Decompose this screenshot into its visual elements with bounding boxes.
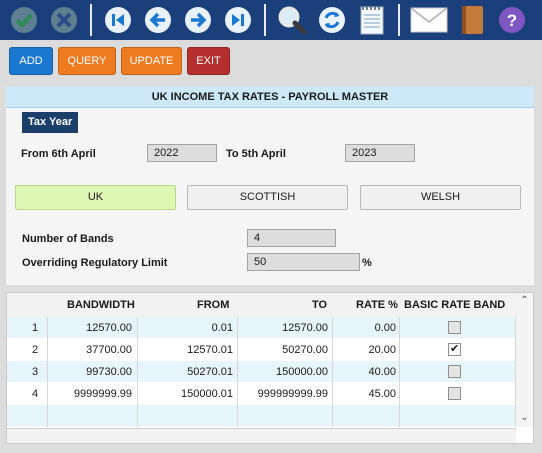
bandwidth-cell[interactable]: 9999999.99 — [57, 383, 132, 405]
from-cell[interactable]: 50270.01 — [137, 361, 233, 383]
col-bandwidth[interactable]: BANDWIDTH — [67, 293, 135, 317]
help-icon[interactable]: ? — [495, 3, 529, 37]
region-tabs: UK SCOTTISH WELSH — [15, 185, 532, 210]
column-divider — [237, 317, 238, 427]
to-cell[interactable]: 50270.00 — [237, 339, 328, 361]
rate-cell[interactable]: 20.00 — [333, 339, 396, 361]
cancel-icon[interactable] — [47, 3, 81, 37]
col-basic-rate-band[interactable]: BASIC RATE BAND — [404, 293, 505, 317]
from-cell[interactable]: 150000.01 — [137, 383, 233, 405]
tax-band-grid: BANDWIDTH FROM TO RATE % BASIC RATE BAND… — [6, 292, 534, 444]
table-row[interactable]: 4 9999999.99 150000.01 999999999.99 45.0… — [7, 383, 516, 405]
tab-scottish[interactable]: SCOTTISH — [187, 185, 348, 210]
last-record-icon[interactable] — [221, 3, 255, 37]
update-button[interactable]: UPDATE — [121, 47, 182, 75]
column-divider — [47, 317, 48, 427]
section-header-tax-year: Tax Year — [22, 112, 79, 133]
from-year-field[interactable]: 2022 — [147, 144, 217, 162]
refresh-icon[interactable] — [315, 3, 349, 37]
page-title: UK INCOME TAX RATES - PAYROLL MASTER — [6, 86, 534, 108]
table-row-empty[interactable] — [7, 405, 516, 427]
basic-rate-checkbox[interactable] — [448, 387, 461, 400]
bandwidth-cell[interactable]: 12570.00 — [57, 317, 132, 339]
previous-icon[interactable] — [141, 3, 175, 37]
bands-field[interactable]: 4 — [247, 229, 336, 247]
column-divider — [399, 317, 400, 427]
col-from[interactable]: FROM — [197, 293, 229, 317]
col-to[interactable]: TO — [312, 293, 327, 317]
toolbar-separator — [90, 4, 92, 36]
to-year-field[interactable]: 2023 — [345, 144, 415, 162]
first-record-icon[interactable] — [101, 3, 135, 37]
grid-header: BANDWIDTH FROM TO RATE % BASIC RATE BAND — [7, 293, 516, 317]
limit-label: Overriding Regulatory Limit — [22, 257, 168, 269]
from-cell[interactable]: 0.01 — [137, 317, 233, 339]
limit-unit: % — [362, 257, 372, 269]
toolbar-separator — [264, 4, 266, 36]
scroll-up-icon[interactable]: ⌃ — [516, 294, 533, 308]
rate-cell[interactable]: 45.00 — [333, 383, 396, 405]
table-row[interactable]: 3 99730.00 50270.01 150000.00 40.00 — [7, 361, 516, 383]
row-number: 2 — [32, 344, 39, 356]
to-label: To 5th April — [226, 148, 286, 160]
row-number: 1 — [32, 322, 39, 334]
bandwidth-cell[interactable]: 99730.00 — [57, 361, 132, 383]
add-button[interactable]: ADD — [9, 47, 53, 75]
row-number: 4 — [32, 388, 39, 400]
bands-label: Number of Bands — [22, 233, 114, 245]
bandwidth-cell[interactable]: 37700.00 — [57, 339, 132, 361]
scroll-down-icon[interactable]: ⌄ — [516, 411, 533, 425]
toolbar-separator — [398, 4, 400, 36]
to-cell[interactable]: 999999999.99 — [237, 383, 328, 405]
grid-footer — [7, 428, 516, 443]
row-number: 3 — [32, 366, 39, 378]
mail-icon[interactable] — [409, 3, 449, 37]
grid-scrollbar[interactable]: ⌃ ⌄ — [516, 293, 533, 427]
tab-uk[interactable]: UK — [15, 185, 176, 210]
form-panel: UK INCOME TAX RATES - PAYROLL MASTER Tax… — [6, 86, 534, 285]
from-label: From 6th April — [21, 148, 96, 160]
basic-rate-checkbox[interactable] — [448, 321, 461, 334]
action-bar: ADD QUERY UPDATE EXIT — [9, 47, 230, 75]
to-cell[interactable]: 150000.00 — [237, 361, 328, 383]
query-button[interactable]: QUERY — [58, 47, 116, 75]
exit-button[interactable]: EXIT — [187, 47, 230, 75]
basic-rate-checkbox[interactable] — [448, 342, 461, 356]
book-icon[interactable] — [455, 3, 489, 37]
to-cell[interactable]: 12570.00 — [237, 317, 328, 339]
limit-field[interactable]: 50 — [247, 253, 360, 271]
table-row[interactable]: 1 12570.00 0.01 12570.00 0.00 — [7, 317, 516, 339]
toolbar: ? — [0, 0, 542, 40]
col-rate[interactable]: RATE % — [356, 293, 398, 317]
check-icon[interactable] — [7, 3, 41, 37]
column-divider — [332, 317, 333, 427]
from-cell[interactable]: 12570.01 — [137, 339, 233, 361]
notepad-icon[interactable] — [355, 3, 389, 37]
search-icon[interactable] — [275, 3, 309, 37]
table-row[interactable]: 2 37700.00 12570.01 50270.00 20.00 — [7, 339, 516, 361]
help-glyph: ? — [507, 11, 517, 30]
rate-cell[interactable]: 40.00 — [333, 361, 396, 383]
next-icon[interactable] — [181, 3, 215, 37]
column-divider — [137, 317, 138, 427]
tab-welsh[interactable]: WELSH — [360, 185, 521, 210]
rate-cell[interactable]: 0.00 — [333, 317, 396, 339]
basic-rate-checkbox[interactable] — [448, 365, 461, 378]
